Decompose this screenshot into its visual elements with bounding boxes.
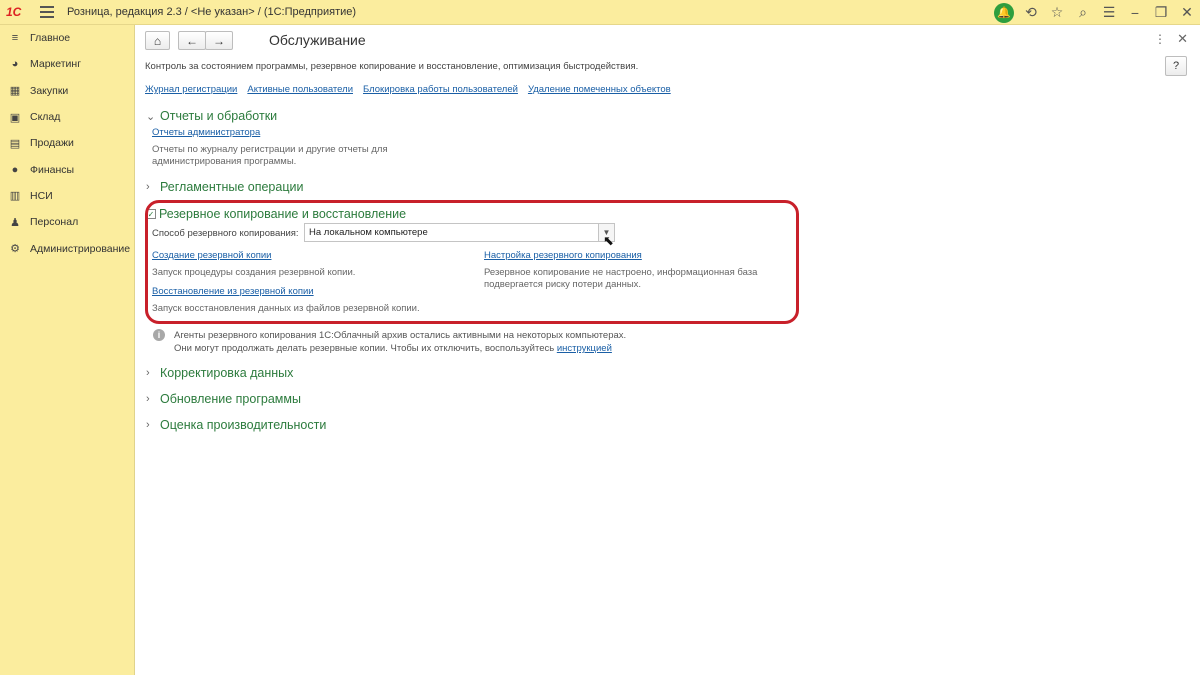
info-line-2: Они могут продолжать делать резервные ко…	[174, 343, 612, 354]
section-data-correction[interactable]: › Корректировка данных	[146, 366, 293, 380]
book-icon: ▥	[9, 190, 21, 203]
section-program-update[interactable]: › Обновление программы	[146, 392, 301, 406]
backup-method-label: Способ резервного копирования:	[152, 228, 299, 239]
maximize-icon[interactable]: ❐	[1148, 0, 1174, 25]
arrow-right-icon: →	[213, 33, 225, 48]
arrow-left-icon: ←	[186, 33, 198, 48]
link-active-users[interactable]: Активные пользователи	[247, 84, 353, 95]
chevron-right-icon: ›	[146, 419, 150, 431]
coin-icon: ●	[11, 163, 19, 176]
window-close-icon[interactable]: ✕	[1174, 0, 1200, 25]
sidebar-item-administration[interactable]: ⚙ Администрирование	[0, 235, 134, 261]
app-logo: 1С	[6, 5, 22, 19]
create-backup-link[interactable]: Создание резервной копии	[152, 250, 272, 261]
minimize-icon[interactable]: −	[1122, 0, 1148, 25]
admin-reports-text-2: администрирования программы.	[152, 156, 297, 167]
info-message: Агенты резервного копирования 1С:Облачны…	[174, 329, 626, 355]
sidebar-item-purchases[interactable]: ▦ Закупки	[0, 78, 134, 104]
chevron-right-icon: ›	[146, 367, 150, 379]
instruction-link[interactable]: инструкцией	[557, 343, 612, 354]
section-routine-operations[interactable]: › Регламентные операции	[146, 180, 303, 194]
app-title: Розница, редакция 2.3 / <Не указан> / (1…	[67, 6, 357, 18]
forward-button[interactable]: →	[205, 31, 233, 50]
list-icon: ≡	[11, 32, 19, 45]
chevron-right-icon: ›	[146, 181, 150, 193]
home-icon: ⌂	[153, 33, 162, 48]
section-backup[interactable]: ✓ Резервное копирование и восстановление	[146, 207, 406, 221]
sidebar-item-sales[interactable]: ▤ Продажи	[0, 130, 134, 156]
sidebar-item-personnel[interactable]: ♟ Персонал	[0, 209, 134, 235]
person-icon: ♟	[10, 216, 20, 229]
top-links: Журнал регистрации Активные пользователи…	[145, 84, 671, 95]
page-title: Обслуживание	[269, 32, 366, 48]
page-description: Контроль за состоянием программы, резерв…	[145, 61, 639, 72]
section-performance[interactable]: › Оценка производительности	[146, 418, 326, 432]
link-event-log[interactable]: Журнал регистрации	[145, 84, 237, 95]
backup-settings-text-1: Резервное копирование не настроено, инфо…	[484, 267, 758, 278]
chevron-right-icon: ›	[146, 393, 150, 405]
sidebar-item-main[interactable]: ≡ Главное	[0, 25, 134, 51]
admin-reports-text-1: Отчеты по журналу регистрации и другие о…	[152, 144, 388, 155]
chevron-down-icon: ⌄	[146, 110, 156, 123]
backup-settings-link[interactable]: Настройка резервного копирования	[484, 250, 642, 261]
pie-icon: ◕	[11, 58, 19, 71]
sidebar: ≡ Главное ◕ Маркетинг ▦ Закупки ▣ Склад ▤ Про…	[0, 25, 135, 675]
cart-icon: ▦	[9, 85, 21, 98]
back-button[interactable]: ←	[178, 31, 206, 50]
main-content: ⌂ ← → Обслуживание ⋮ ✕ ? Контроль за сос…	[136, 25, 1200, 675]
backup-settings-text-2: подвергается риску потери данных.	[484, 279, 642, 290]
search-icon[interactable]: ⌕	[1070, 0, 1096, 25]
sales-icon: ▤	[9, 137, 21, 150]
link-block-users[interactable]: Блокировка работы пользователей	[363, 84, 518, 95]
title-bar: 1С Розница, редакция 2.3 / <Не указан> /…	[0, 0, 1200, 25]
mouse-cursor-icon: ⬉	[603, 233, 614, 248]
backup-method-select[interactable]: На локальном компьютере ▼	[304, 223, 615, 242]
restore-backup-text: Запуск восстановления данных из файлов р…	[152, 303, 420, 314]
sidebar-item-finance[interactable]: ● Финансы	[0, 156, 134, 182]
create-backup-text: Запуск процедуры создания резервной копи…	[152, 267, 356, 278]
section-reports[interactable]: ⌄ Отчеты и обработки	[146, 109, 277, 123]
more-actions-icon[interactable]: ⋮	[1154, 32, 1166, 46]
home-button[interactable]: ⌂	[145, 31, 170, 50]
menu-more-icon[interactable]: ☰	[1096, 0, 1122, 25]
warehouse-icon: ▣	[9, 111, 21, 124]
info-line-1: Агенты резервного копирования 1С:Облачны…	[174, 330, 627, 341]
favorites-star-icon[interactable]: ☆	[1044, 0, 1070, 25]
toolbar: ⌂ ← →	[145, 31, 233, 50]
admin-reports-link[interactable]: Отчеты администратора	[152, 127, 260, 138]
notification-bell-icon[interactable]: 🔔	[994, 2, 1014, 23]
sidebar-item-warehouse[interactable]: ▣ Склад	[0, 104, 134, 130]
sidebar-item-marketing[interactable]: ◕ Маркетинг	[0, 51, 134, 77]
link-delete-marked[interactable]: Удаление помеченных объектов	[528, 84, 671, 95]
help-button[interactable]: ?	[1165, 56, 1187, 76]
history-icon[interactable]: ⟲	[1018, 0, 1044, 25]
form-close-icon[interactable]: ✕	[1177, 31, 1188, 47]
check-icon: ✓	[146, 209, 156, 219]
main-menu-icon[interactable]	[40, 6, 54, 18]
info-icon: i	[153, 329, 165, 341]
restore-backup-link[interactable]: Восстановление из резервной копии	[152, 286, 314, 297]
gear-icon: ⚙	[10, 243, 20, 256]
sidebar-item-nsi[interactable]: ▥ НСИ	[0, 183, 134, 209]
